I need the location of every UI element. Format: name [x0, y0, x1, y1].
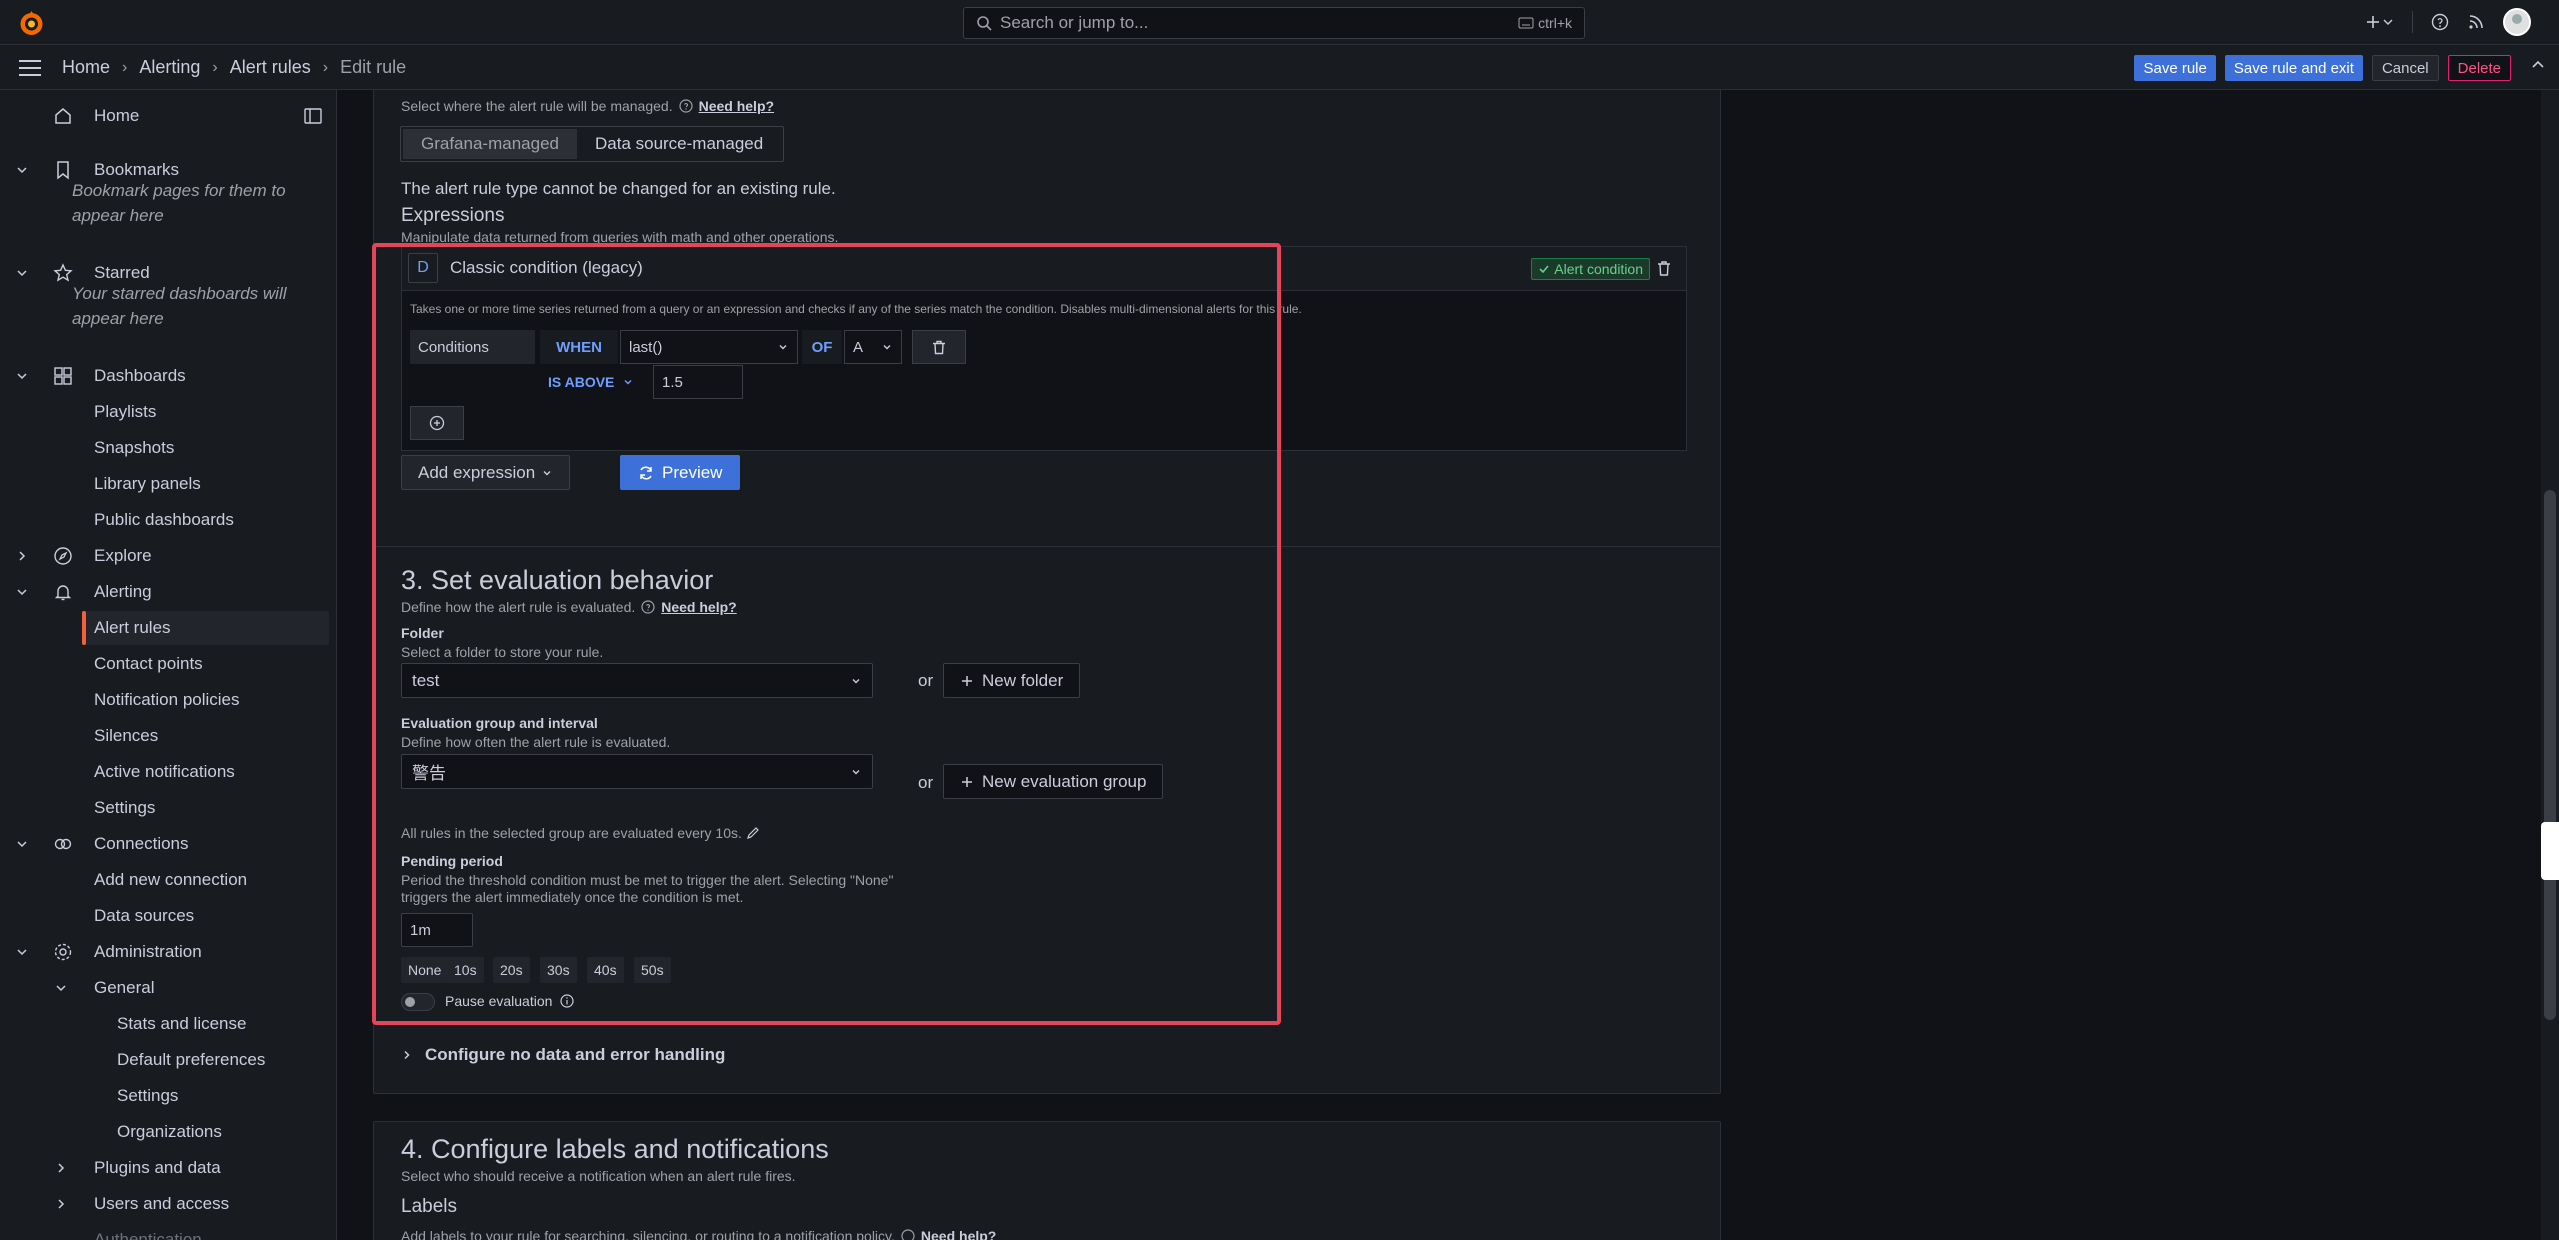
rule-actions: Save rule Save rule and exit Cancel Dele…	[2134, 55, 2511, 81]
grafana-logo-icon[interactable]	[18, 10, 45, 37]
help-icon[interactable]	[2431, 13, 2449, 31]
sidebar-item-active-notifications[interactable]: Active notifications	[0, 755, 336, 789]
sidebar-item-general[interactable]: General	[0, 971, 336, 1005]
user-avatar[interactable]	[2503, 8, 2531, 36]
question-circle-icon	[901, 1229, 915, 1240]
toolbar-divider	[2412, 11, 2413, 33]
sidebar-item-users-and-access[interactable]: Users and access	[0, 1187, 336, 1221]
sidebar-nav: Home Bookmarks Bookmark pages for them t…	[0, 90, 337, 1240]
chevron-down-icon[interactable]	[15, 585, 29, 599]
bookmark-icon	[53, 160, 73, 180]
chevron-right-icon[interactable]	[15, 549, 29, 563]
trash-icon[interactable]	[1656, 260, 1672, 277]
labels-title: Labels	[401, 1196, 457, 1217]
chevron-down-icon[interactable]	[15, 266, 29, 280]
configure-no-data-toggle[interactable]: Configure no data and error handling	[401, 1045, 725, 1065]
compass-icon	[53, 546, 73, 566]
sidebar-item-home[interactable]: Home	[0, 99, 336, 133]
keyboard-icon	[1518, 17, 1534, 29]
save-rule-button[interactable]: Save rule	[2134, 55, 2216, 81]
add-new-icon[interactable]	[2366, 14, 2394, 30]
chevron-down-icon[interactable]	[15, 945, 29, 959]
need-help-link[interactable]: Need help?	[699, 98, 774, 114]
question-circle-icon	[678, 99, 693, 113]
chevron-right-icon[interactable]	[54, 1161, 68, 1175]
sidebar-item-snapshots[interactable]: Snapshots	[0, 431, 336, 465]
breadcrumb-current: Edit rule	[340, 57, 407, 77]
sidebar-item-alerting-settings[interactable]: Settings	[0, 791, 336, 825]
chevron-right-icon	[401, 1049, 413, 1061]
labels-section-desc: Select who should receive a notification…	[401, 1168, 796, 1184]
bookmarks-empty-note: Bookmark pages for them to appear here	[72, 181, 286, 225]
grafana-managed-option[interactable]: Grafana-managed	[403, 129, 577, 159]
search-placeholder: Search or jump to...	[1000, 13, 1149, 32]
sidebar-item-silences[interactable]: Silences	[0, 719, 336, 753]
chevron-down-icon[interactable]	[15, 369, 29, 383]
sidebar-item-public-dashboards[interactable]: Public dashboards	[0, 503, 336, 537]
alert-condition-badge[interactable]: Alert condition	[1531, 258, 1650, 280]
sidebar-item-alert-rules[interactable]: Alert rules	[82, 611, 329, 645]
sidebar-item-plugins-and-data[interactable]: Plugins and data	[0, 1151, 336, 1185]
connections-icon	[53, 834, 73, 854]
rule-type-note: The alert rule type cannot be changed fo…	[401, 179, 836, 198]
breadcrumb-separator-icon: ›	[322, 58, 329, 76]
rule-type-radio-group: Grafana-managed Data source-managed	[400, 126, 785, 162]
breadcrumb-separator-icon: ›	[122, 58, 128, 76]
menu-icon[interactable]	[18, 59, 42, 77]
chevron-down-icon[interactable]	[15, 837, 29, 851]
chevron-right-icon[interactable]	[54, 1197, 68, 1211]
top-bar: Search or jump to... ctrl+k	[0, 0, 2559, 45]
chevron-down-icon[interactable]	[15, 163, 29, 177]
cancel-button[interactable]: Cancel	[2371, 55, 2439, 81]
save-rule-and-exit-button[interactable]: Save rule and exit	[2224, 55, 2363, 81]
delete-button[interactable]: Delete	[2447, 55, 2511, 81]
labels-section-card: 4. Configure labels and notifications Se…	[373, 1121, 1721, 1240]
search-input[interactable]: Search or jump to... ctrl+k	[963, 7, 1585, 39]
sidebar-item-add-new-connection[interactable]: Add new connection	[0, 863, 336, 897]
sidebar-item-administration[interactable]: Administration	[0, 935, 336, 969]
gear-icon	[53, 942, 73, 962]
labels-desc: Add labels to your rule for searching, s…	[401, 1228, 996, 1240]
sidebar-item-playlists[interactable]: Playlists	[0, 395, 336, 429]
breadcrumb-alert-rules[interactable]: Alert rules	[230, 57, 311, 78]
sidebar-item-dashboards[interactable]: Dashboards	[0, 359, 336, 393]
search-icon	[976, 15, 992, 31]
keyboard-shortcut: ctrl+k	[1518, 15, 1572, 31]
sidebar-item-general-settings[interactable]: Settings	[0, 1079, 336, 1113]
sidebar-item-explore[interactable]: Explore	[0, 539, 336, 573]
check-icon	[1538, 263, 1550, 275]
home-icon	[53, 106, 73, 126]
need-help-link[interactable]: Need help?	[921, 1228, 996, 1240]
starred-empty-note: Your starred dashboards will appear here	[72, 284, 287, 328]
scrollbar-thumb[interactable]	[2544, 490, 2556, 1020]
news-feed-icon[interactable]	[2467, 13, 2485, 31]
side-drawer-handle[interactable]	[2541, 822, 2559, 880]
breadcrumb-home[interactable]: Home	[62, 57, 110, 78]
breadcrumb: Home › Alerting › Alert rules › Edit rul…	[62, 57, 406, 78]
sidebar-item-notification-policies[interactable]: Notification policies	[0, 683, 336, 717]
expressions-title: Expressions	[401, 205, 505, 226]
page-toolbar: Home › Alerting › Alert rules › Edit rul…	[0, 45, 2559, 90]
breadcrumb-separator-icon: ›	[212, 58, 218, 76]
sidebar-item-default-preferences[interactable]: Default preferences	[0, 1043, 336, 1077]
sidebar-item-authentication[interactable]: Authentication	[0, 1223, 336, 1240]
sidebar-item-stats-and-license[interactable]: Stats and license	[0, 1007, 336, 1041]
top-right-toolbar	[2366, 8, 2531, 36]
sidebar-item-alerting[interactable]: Alerting	[0, 575, 336, 609]
bell-icon	[53, 582, 73, 602]
sidebar-item-organizations[interactable]: Organizations	[0, 1115, 336, 1149]
chevron-down-icon[interactable]	[54, 981, 68, 995]
dashboards-icon	[53, 366, 73, 386]
labels-section-title: 4. Configure labels and notifications	[401, 1134, 829, 1164]
sidebar-item-data-sources[interactable]: Data sources	[0, 899, 336, 933]
data-source-managed-option[interactable]: Data source-managed	[577, 129, 781, 159]
star-icon	[53, 263, 73, 283]
breadcrumb-alerting[interactable]: Alerting	[139, 57, 200, 78]
highlight-box	[372, 243, 1281, 1025]
sidebar-item-connections[interactable]: Connections	[0, 827, 336, 861]
sidebar-item-library-panels[interactable]: Library panels	[0, 467, 336, 501]
sidebar-item-contact-points[interactable]: Contact points	[0, 647, 336, 681]
rule-type-help: Select where the alert rule will be mana…	[401, 98, 775, 114]
chevron-up-icon[interactable]	[2531, 59, 2545, 69]
